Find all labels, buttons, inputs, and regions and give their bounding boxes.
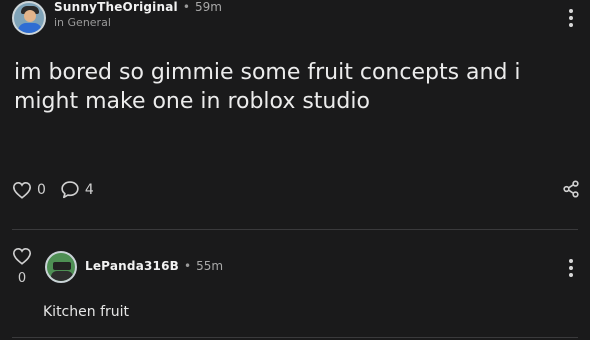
reply-menu-icon[interactable]: [569, 259, 573, 277]
post-time: 59m: [194, 0, 222, 14]
post-meta-line: SunnyTheOriginal • 59m: [54, 1, 222, 13]
meta-separator: •: [183, 259, 192, 273]
reply-divider: [12, 337, 578, 338]
reply-author-avatar[interactable]: [45, 251, 77, 283]
like-count: 0: [37, 181, 46, 198]
heart-outline-icon: [12, 247, 32, 265]
meta-separator: •: [182, 0, 190, 14]
author-avatar[interactable]: [12, 1, 46, 35]
post-menu-icon[interactable]: [569, 9, 573, 27]
share-button[interactable]: [562, 180, 580, 202]
heart-outline-icon: [12, 181, 32, 199]
avatar-body: [51, 271, 73, 281]
avatar-face: [24, 10, 36, 22]
author-name[interactable]: SunnyTheOriginal: [54, 1, 178, 13]
avatar-visor: [53, 262, 71, 270]
reply-author-name[interactable]: LePanda316B: [85, 259, 179, 273]
post-actions: 0 4: [12, 180, 94, 199]
speech-bubble-icon: [61, 181, 79, 199]
post-body: im bored so gimmie some fruit concepts a…: [14, 60, 521, 114]
comment-count: 4: [84, 181, 94, 198]
post-divider: [12, 229, 578, 230]
post-category[interactable]: in General: [54, 17, 222, 28]
reply-text: Kitchen fruit: [43, 304, 130, 320]
reply-meta: LePanda316B • 55m: [85, 259, 223, 273]
post-meta: SunnyTheOriginal • 59m in General: [54, 0, 222, 28]
post-header: SunnyTheOriginal • 59m in General: [12, 0, 222, 36]
reply-like-count: 0: [17, 271, 27, 286]
reply-like-button[interactable]: 0: [12, 247, 32, 286]
reply-time: 55m: [196, 259, 224, 273]
share-icon: [563, 180, 579, 198]
comment-button[interactable]: 4: [60, 180, 94, 199]
avatar-shirt: [18, 23, 42, 33]
like-button[interactable]: 0: [12, 181, 46, 199]
